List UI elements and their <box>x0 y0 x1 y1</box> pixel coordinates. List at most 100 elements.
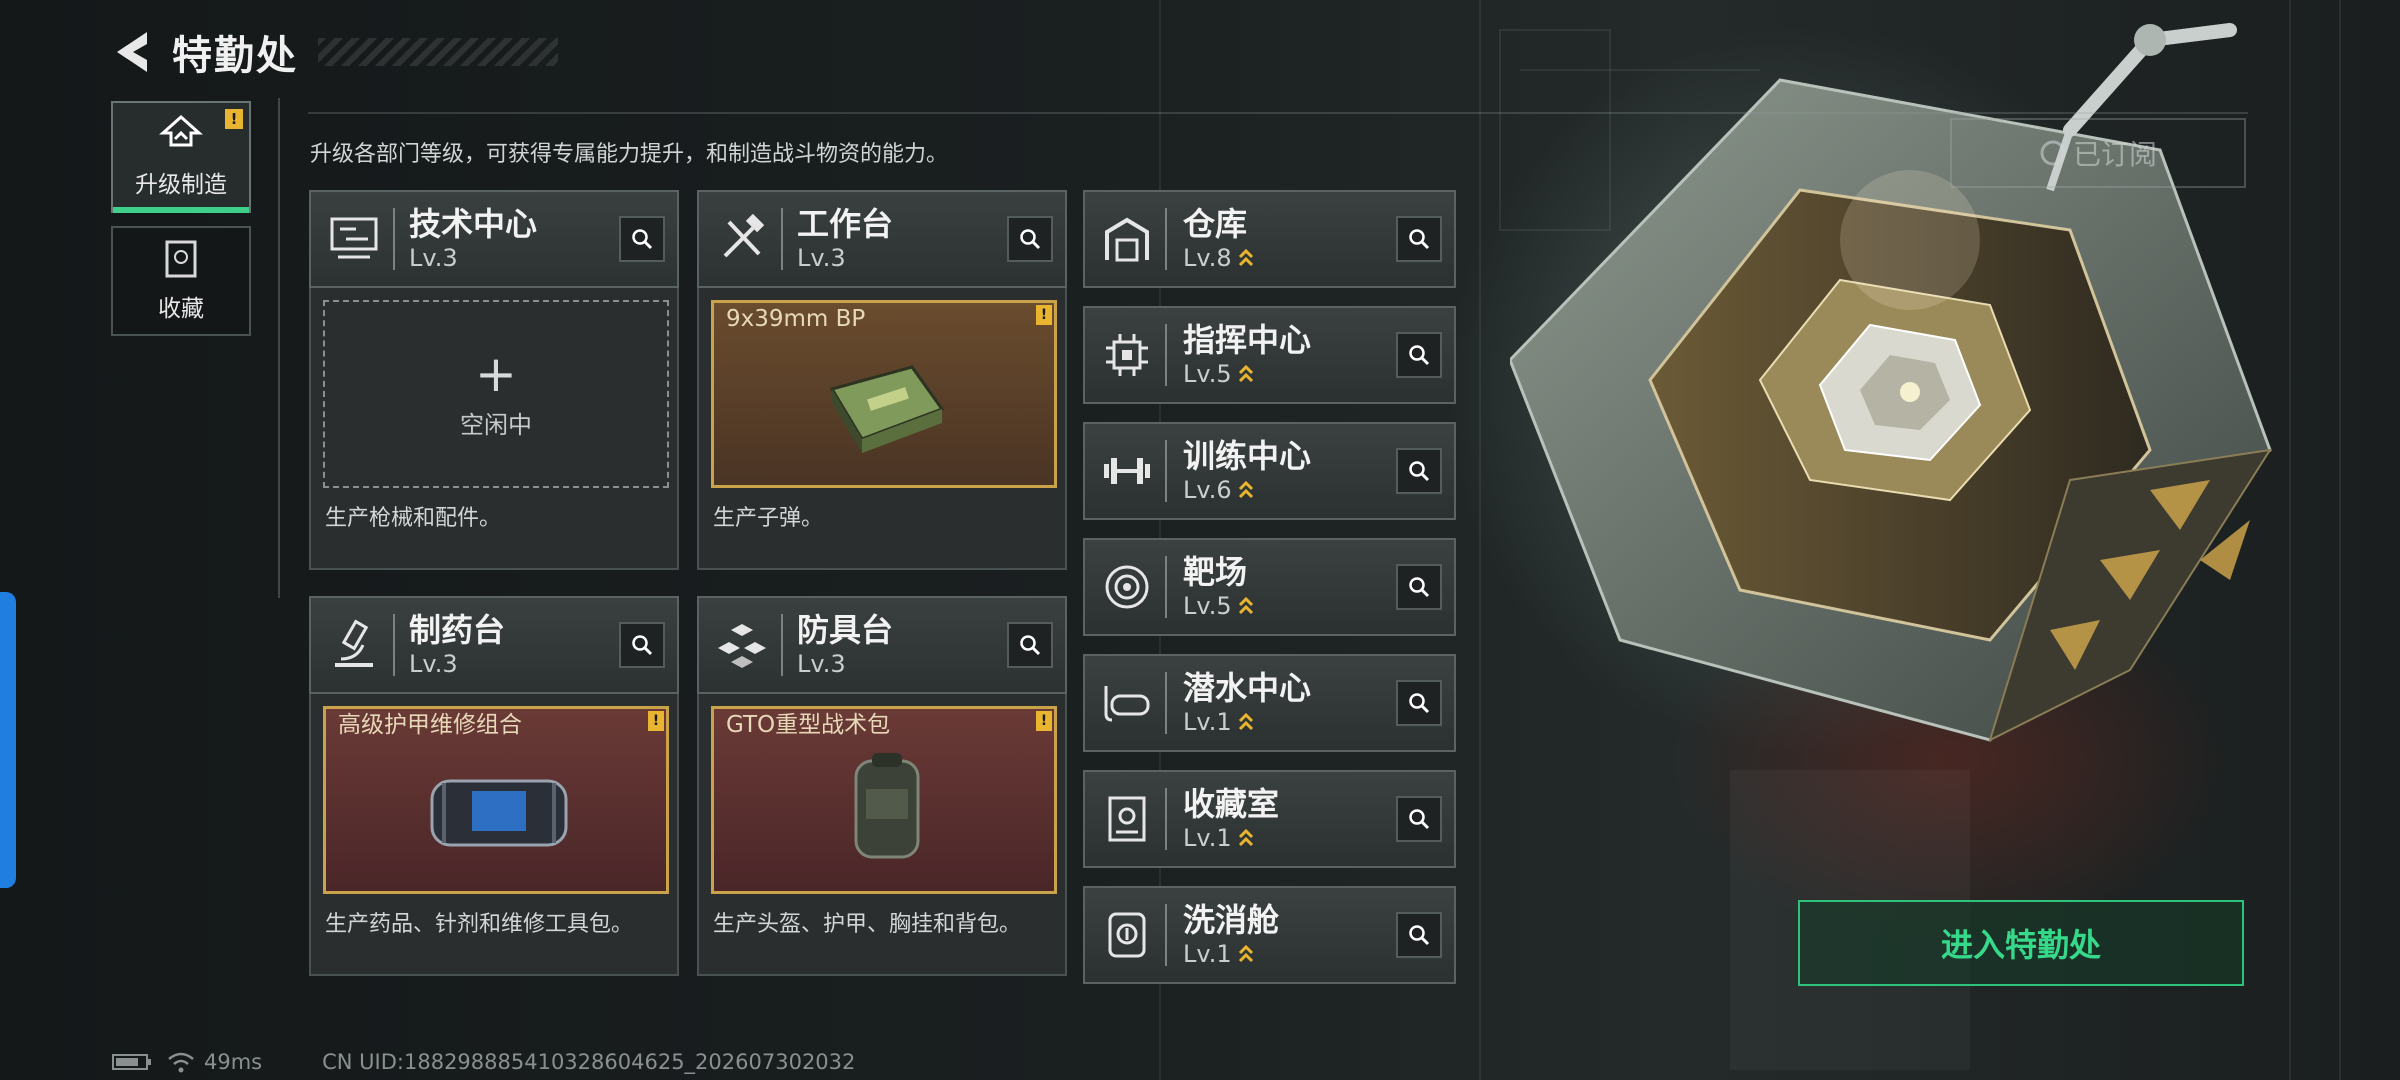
department-header[interactable]: 工作台 Lv.3 <box>697 190 1067 288</box>
chevron-left-icon <box>117 32 147 72</box>
facility-diving-center[interactable]: 潜水中心 Lv.1 <box>1083 654 1456 752</box>
double-chevron-up-icon <box>1238 712 1253 731</box>
tab-collection[interactable]: 收藏 <box>111 226 251 336</box>
subscribed-status: 已订阅 <box>1950 118 2246 188</box>
search-button[interactable] <box>1396 912 1442 958</box>
item-name: 高级护甲维修组合 <box>338 712 522 738</box>
divider <box>308 112 2248 114</box>
microscope-icon <box>335 619 373 667</box>
back-button[interactable] <box>110 29 156 75</box>
alert-badge: ! <box>1036 711 1052 731</box>
department-level: Lv.3 <box>797 244 846 272</box>
department-body: GTO重型战术包 ! 生产头盔、护甲、胸挂和背包。 <box>697 694 1067 976</box>
alert-badge: ! <box>1036 305 1052 325</box>
search-icon <box>1020 635 1041 656</box>
production-slot-item[interactable]: GTO重型战术包 ! <box>711 706 1057 894</box>
production-slot-item[interactable]: 高级护甲维修组合 ! <box>323 706 669 894</box>
department-level: Lv.3 <box>409 650 458 678</box>
production-slot-item[interactable]: 9x39mm BP ! <box>711 300 1057 488</box>
target-icon <box>1105 565 1149 609</box>
tab-upgrade-craft[interactable]: 升级制造 ! <box>111 101 251 213</box>
department-level: Lv.3 <box>797 650 846 678</box>
double-chevron-up-icon <box>1238 248 1253 267</box>
double-chevron-up-icon <box>1238 364 1253 383</box>
plus-icon: + <box>475 344 517 403</box>
double-chevron-up-icon <box>1238 596 1253 615</box>
page-title: 特勤处 <box>172 33 298 79</box>
ping-value: 49ms <box>204 1050 263 1074</box>
upgrade-icon <box>159 115 203 147</box>
decontamination-icon <box>1108 912 1146 958</box>
dumbbell-icon <box>1104 458 1150 484</box>
item-name: GTO重型战术包 <box>726 712 891 738</box>
production-description: 生产枪械和配件。 <box>325 506 502 531</box>
tab-label: 收藏 <box>158 296 204 322</box>
facility-name: 收藏室 <box>1183 785 1280 823</box>
facility-command-center[interactable]: 指挥中心 Lv.5 <box>1083 306 1456 404</box>
department-name: 制药台 <box>409 611 506 649</box>
facility-name: 训练中心 <box>1183 437 1312 475</box>
search-button[interactable] <box>1396 680 1442 726</box>
production-slot-empty[interactable]: + 空闲中 <box>323 300 669 488</box>
status-bar: 49ms CN UID:18829888541032860462​5_20260… <box>112 1050 855 1074</box>
facility-collection-room[interactable]: 收藏室 Lv.1 <box>1083 770 1456 868</box>
enter-special-ops-button[interactable]: 进入特勤处 <box>1798 900 2244 986</box>
search-button[interactable] <box>1396 448 1442 494</box>
alert-badge: ! <box>648 711 664 731</box>
search-button[interactable] <box>1396 332 1442 378</box>
title-decoration <box>318 38 558 66</box>
ammo-box-image <box>829 365 945 453</box>
facility-warehouse[interactable]: 仓库 Lv.8 <box>1083 190 1456 288</box>
department-body: + 空闲中 生产枪械和配件。 <box>309 288 679 570</box>
search-button[interactable] <box>1007 216 1053 262</box>
department-header[interactable]: 技术中心 Lv.3 <box>309 190 679 288</box>
chip-icon <box>1106 334 1148 376</box>
item-name: 9x39mm BP <box>726 306 866 332</box>
facility-level: Lv.1 <box>1183 940 1232 968</box>
search-icon <box>632 229 653 250</box>
search-button[interactable] <box>1396 216 1442 262</box>
production-description: 生产子弹。 <box>713 506 824 531</box>
monitor-icon <box>330 217 378 259</box>
department-card-workbench: 工作台 Lv.3 9x39mm BP ! 生产子弹。 <box>697 190 1067 570</box>
repair-kit-bag-image <box>430 779 568 847</box>
facility-training-center[interactable]: 训练中心 Lv.6 <box>1083 422 1456 520</box>
department-header[interactable]: 制药台 Lv.3 <box>309 596 679 694</box>
facility-name: 潜水中心 <box>1183 669 1312 707</box>
department-card-tech-center: 技术中心 Lv.3 + 空闲中 生产枪械和配件。 <box>309 190 679 570</box>
player-uid: CN UID:18829888541032860462​5_2026073020… <box>322 1050 856 1074</box>
facility-name: 仓库 <box>1183 205 1248 243</box>
cubes-icon <box>718 624 766 668</box>
facility-name: 洗消舱 <box>1183 901 1280 939</box>
search-button[interactable] <box>1396 564 1442 610</box>
subscribe-icon <box>2040 140 2066 166</box>
wifi-icon <box>168 1052 194 1073</box>
department-card-armor-bench: 防具台 Lv.3 GTO重型战术包 ! 生产头盔、护甲、胸挂和背包。 <box>697 596 1067 976</box>
tools-icon <box>723 214 765 258</box>
department-level: Lv.3 <box>409 244 458 272</box>
search-icon <box>1409 345 1430 366</box>
facility-name: 靶场 <box>1183 553 1248 591</box>
alert-badge: ! <box>225 109 243 129</box>
department-name: 技术中心 <box>409 205 538 243</box>
search-button[interactable] <box>619 622 665 668</box>
department-body: 9x39mm BP ! 生产子弹。 <box>697 288 1067 570</box>
search-icon <box>1409 577 1430 598</box>
department-body: 高级护甲维修组合 ! 生产药品、针剂和维修工具包。 <box>309 694 679 976</box>
search-icon <box>1409 925 1430 946</box>
search-icon <box>1020 229 1041 250</box>
department-name: 工作台 <box>797 205 894 243</box>
edge-handle[interactable] <box>0 592 16 888</box>
department-header[interactable]: 防具台 Lv.3 <box>697 596 1067 694</box>
facility-level: Lv.6 <box>1183 476 1232 504</box>
search-button[interactable] <box>1396 796 1442 842</box>
facility-decontamination-pod[interactable]: 洗消舱 Lv.1 <box>1083 886 1456 984</box>
search-button[interactable] <box>619 216 665 262</box>
header: 特勤处 <box>110 22 558 82</box>
facility-name: 指挥中心 <box>1183 321 1312 359</box>
department-name: 防具台 <box>797 611 894 649</box>
double-chevron-up-icon <box>1238 944 1253 963</box>
battery-icon <box>112 1054 151 1070</box>
facility-shooting-range[interactable]: 靶场 Lv.5 <box>1083 538 1456 636</box>
search-button[interactable] <box>1007 622 1053 668</box>
